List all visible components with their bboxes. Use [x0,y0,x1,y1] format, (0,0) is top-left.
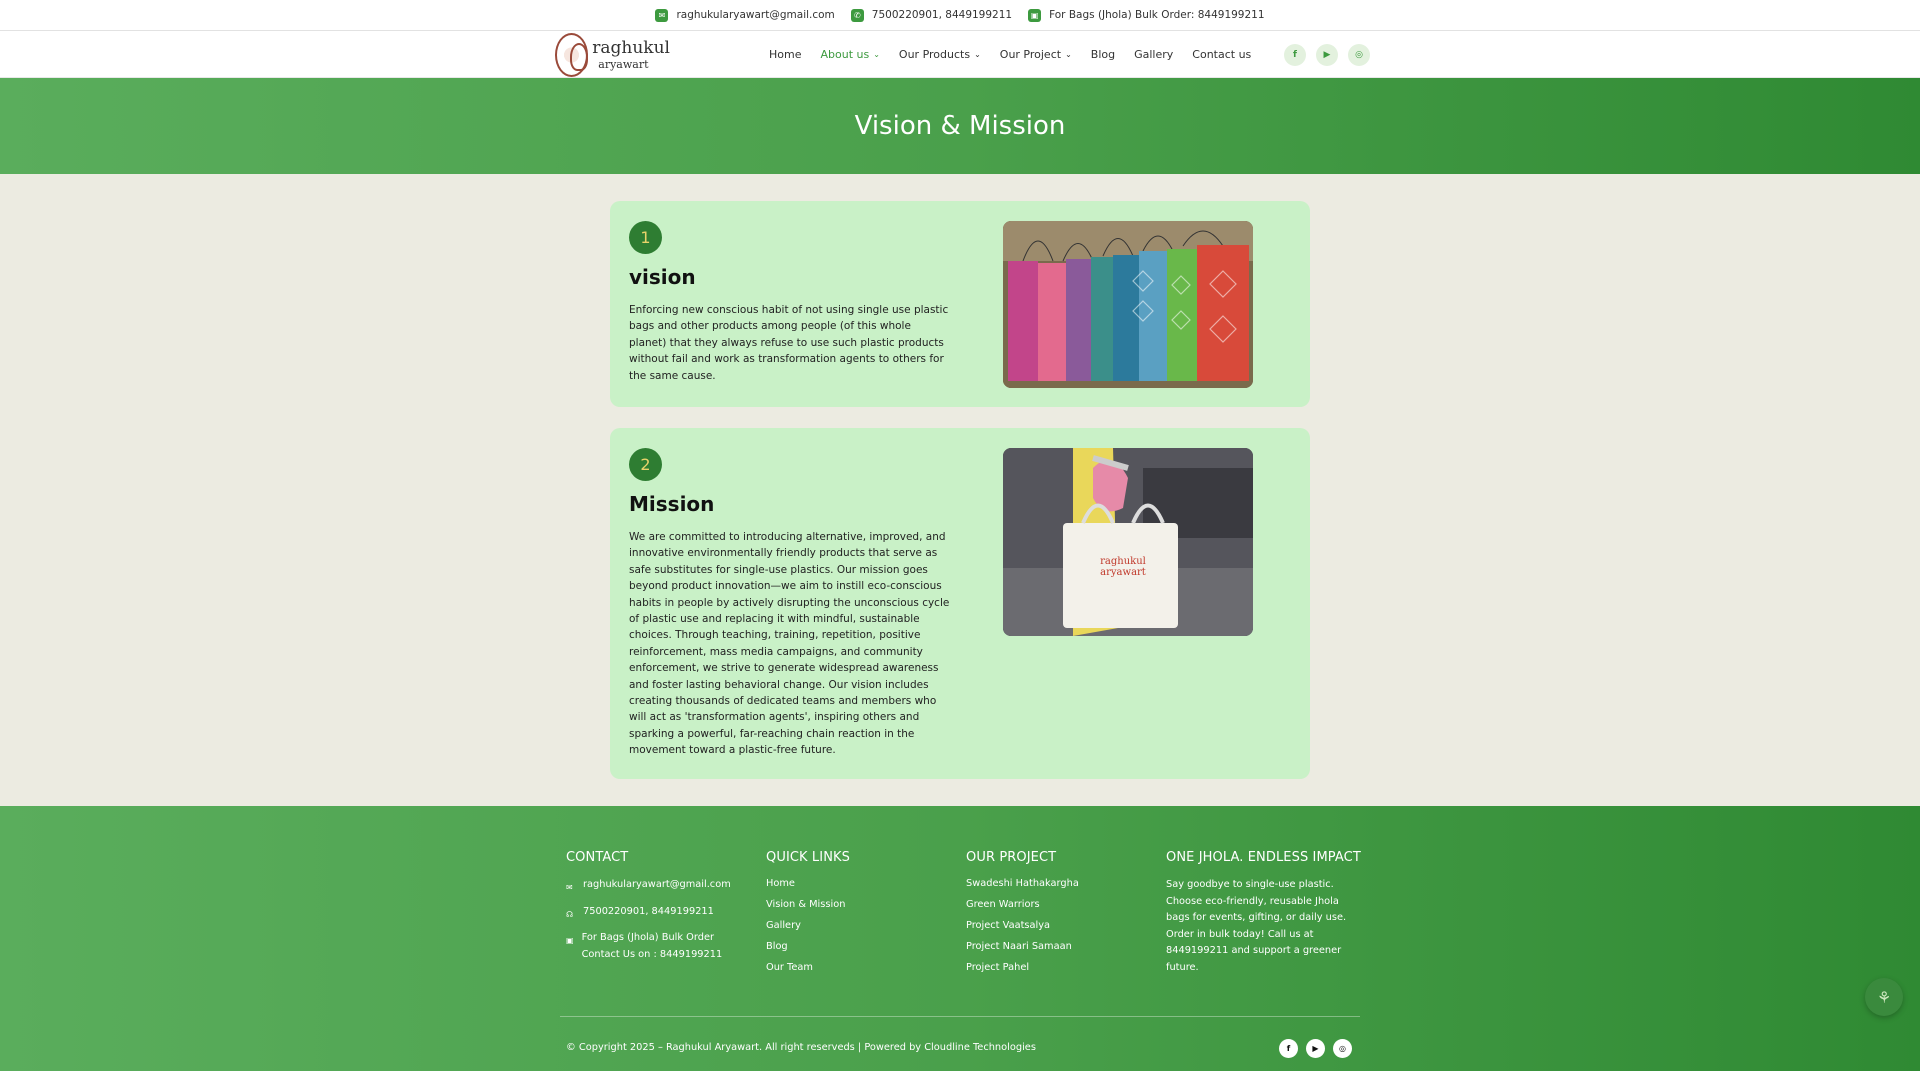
chevron-down-icon: ⌄ [873,50,880,59]
footer-link-vision-mission[interactable]: Vision & Mission [766,898,850,911]
main-navbar: raghukul aryawart Home About us ⌄ Our Pro… [0,31,1920,78]
topbar-email-text: raghukularyawart@gmail.com [676,9,835,21]
mission-card: 2 Mission We are committed to introducin… [610,428,1310,779]
footer-impact-heading: ONE JHOLA. ENDLESS IMPACT [1166,850,1361,865]
footer-project-link[interactable]: Green Warriors [966,898,1079,911]
topbar-email[interactable]: ✉ raghukularyawart@gmail.com [655,8,835,22]
youtube-icon[interactable]: ▶ [1306,1039,1325,1058]
nav-our-project[interactable]: Our Project ⌄ [1000,48,1072,61]
nav-blog-label: Blog [1090,48,1116,61]
footer-project-link[interactable]: Project Vaatsalya [966,919,1079,932]
chevron-down-icon: ⌄ [1065,50,1072,59]
footer-link-home[interactable]: Home [766,877,850,890]
topbar-phone[interactable]: ✆ 7500220901, 8449199211 [850,8,1013,22]
footer-bulk-order: ▣ For Bags (Jhola) Bulk Order Contact Us … [566,930,751,963]
logo-line1: raghukul [592,38,670,58]
nav-gallery-label: Gallery [1134,48,1174,61]
logo-line2: aryawart [598,58,649,71]
youtube-icon[interactable]: ▶ [1316,44,1338,66]
mission-heading: Mission [629,492,715,516]
footer-quick-links-heading: QUICK LINKS [766,850,850,865]
topbar-bulk-order: ▣ For Bags (Jhola) Bulk Order: 844919921… [1028,8,1265,22]
bag-print-text: raghukul aryawart [1100,556,1146,578]
sprout-icon: ⚘ [1876,987,1892,1007]
vision-card: 1 vision Enforcing new conscious habit o… [610,201,1310,407]
footer-email-text: raghukularyawart@gmail.com [583,879,731,890]
page-hero-banner: Vision & Mission [0,78,1920,174]
chevron-down-icon: ⌄ [974,50,981,59]
site-logo[interactable]: raghukul aryawart [555,33,670,77]
footer-quick-links: QUICK LINKS Home Vision & Mission Galler… [766,850,850,982]
footer-email[interactable]: ✉ raghukularyawart@gmail.com [566,877,751,897]
footer-link-blog[interactable]: Blog [766,940,850,953]
logo-emblem [555,33,589,77]
page-title: Vision & Mission [854,111,1066,141]
card-number-badge: 1 [629,221,662,254]
white-jhola-illustration [1003,448,1253,636]
nav-contact-us[interactable]: Contact us [1192,48,1251,61]
footer-copyright: © Copyright 2025 – Raghukul Aryawart. Al… [566,1042,1036,1053]
mission-text: We are committed to introducing alternat… [629,531,950,757]
nav-about-label: About us [820,48,870,61]
footer-project-link[interactable]: Swadeshi Hathakargha [966,877,1079,890]
footer-contact: CONTACT ✉ raghukularyawart@gmail.com ☊ 750… [566,850,751,970]
footer-divider [560,1016,1360,1017]
top-contact-bar: ✉ raghukularyawart@gmail.com ✆ 750022090… [0,0,1920,31]
mission-photo-bag: raghukul aryawart [1003,448,1253,636]
footer-link-gallery[interactable]: Gallery [766,919,850,932]
footer-our-project: OUR PROJECT Swadeshi Hathakargha Green W… [966,850,1079,982]
footer-phone[interactable]: ☊ 7500220901, 8449199211 [566,904,751,924]
vision-photo-bags [1003,221,1253,388]
phone-icon: ✆ [850,8,864,22]
scroll-to-top-button[interactable]: ⚘ [1865,978,1903,1016]
vision-heading: vision [629,265,696,289]
topbar-bulk-text: For Bags (Jhola) Bulk Order: 8449199211 [1049,9,1265,21]
footer-project-link[interactable]: Project Naari Samaan [966,940,1079,953]
site-footer: CONTACT ✉ raghukularyawart@gmail.com ☊ 750… [0,806,1920,1071]
footer-phone-text: 7500220901, 8449199211 [583,905,714,917]
nav-social-links: f ▶ ◎ [1284,44,1370,66]
vision-text: Enforcing new conscious habit of not usi… [629,304,949,382]
instagram-icon[interactable]: ◎ [1333,1039,1352,1058]
facebook-icon[interactable]: f [1279,1039,1298,1058]
headset-icon: ☊ [566,909,574,919]
nav-about-us[interactable]: About us ⌄ [820,48,879,61]
nav-blog[interactable]: Blog [1091,48,1115,61]
footer-bulk-text: For Bags (Jhola) Bulk Order Contact Us o… [581,932,723,960]
jhola-bags-illustration [1003,221,1253,388]
footer-impact: ONE JHOLA. ENDLESS IMPACT Say goodbye to… [1166,850,1361,976]
bag-icon: ▣ [1028,8,1042,22]
nav-contact-label: Contact us [1192,48,1252,61]
bag-icon: ▣ [566,936,574,945]
facebook-icon[interactable]: f [1284,44,1306,66]
topbar-phone-text: 7500220901, 8449199211 [871,9,1013,21]
footer-social-links: f ▶ ◎ [1279,1039,1352,1058]
instagram-icon[interactable]: ◎ [1348,44,1370,66]
mail-icon: ✉ [566,883,573,892]
nav-gallery[interactable]: Gallery [1134,48,1173,61]
footer-contact-heading: CONTACT [566,850,629,865]
nav-menu: Home About us ⌄ Our Products ⌄ Our Project… [769,31,1251,78]
nav-home-label: Home [769,48,802,61]
footer-project-link[interactable]: Project Pahel [966,961,1079,974]
nav-home[interactable]: Home [769,48,801,61]
nav-our-products[interactable]: Our Products ⌄ [899,48,981,61]
nav-project-label: Our Project [999,48,1062,61]
footer-impact-text: Say goodbye to single-use plastic. Choos… [1166,879,1347,973]
mail-icon: ✉ [655,8,669,22]
footer-link-our-team[interactable]: Our Team [766,961,850,974]
card-number-badge: 2 [629,448,662,481]
footer-project-heading: OUR PROJECT [966,850,1057,865]
nav-products-label: Our Products [898,48,971,61]
